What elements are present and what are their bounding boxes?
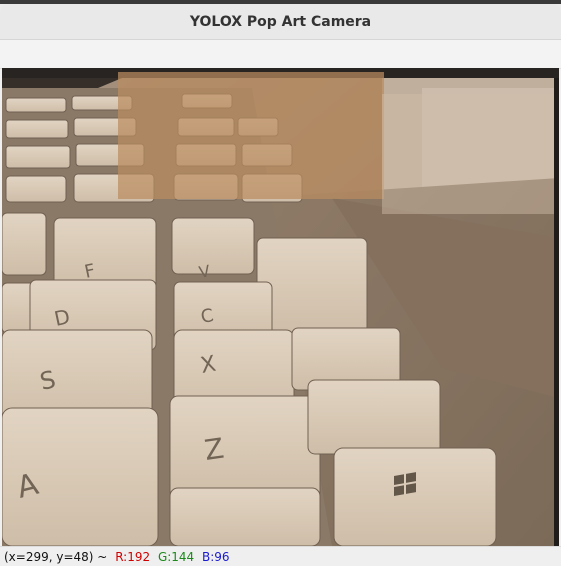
camera-frame[interactable]: D F S A X C V Z: [2, 68, 559, 546]
pixel-green-value: G:144: [157, 550, 195, 564]
window-titlebar[interactable]: YOLOX Pop Art Camera: [0, 4, 561, 40]
cursor-coordinates: (x=299, y=48) ~: [4, 550, 108, 564]
pixel-blue-value: B:96: [202, 550, 230, 564]
pixel-red-value: R:192: [115, 550, 151, 564]
camera-frame-image: D F S A X C V Z: [2, 68, 559, 546]
camera-window: YOLOX Pop Art Camera D F S A X C V Z (x=…: [0, 4, 561, 566]
window-toolbar: [0, 40, 561, 69]
window-title: YOLOX Pop Art Camera: [189, 13, 372, 30]
status-bar: (x=299, y=48) ~ R:192 G:144 B:96: [0, 546, 561, 566]
pop-art-tint-overlay: [2, 68, 559, 546]
